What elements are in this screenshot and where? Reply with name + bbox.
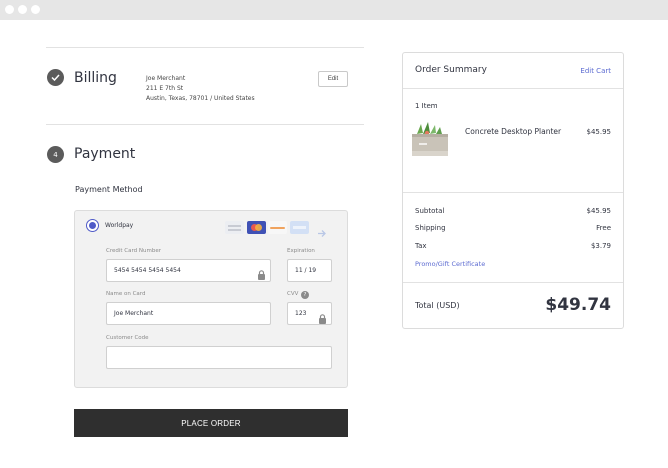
divider — [403, 282, 623, 283]
lock-icon — [318, 309, 327, 328]
card-number-value: 5454 5454 5454 5454 — [114, 267, 181, 274]
card-number-label: Credit Card Number — [106, 248, 161, 254]
name-on-card-input[interactable]: Joe Merchant — [106, 302, 271, 325]
payment-title: Payment — [74, 146, 136, 162]
customer-code-label: Customer Code — [106, 335, 149, 341]
lock-icon — [257, 265, 266, 284]
window-dot-icon — [18, 5, 27, 14]
discover-icon — [268, 221, 287, 234]
planter-thumbnail — [409, 120, 451, 158]
order-summary-title: Order Summary — [415, 65, 487, 75]
tax-label: Tax — [415, 242, 427, 250]
billing-title: Billing — [74, 70, 117, 86]
window-dot-icon — [31, 5, 40, 14]
subtotal-label: Subtotal — [415, 207, 445, 215]
expiration-value: 11 / 19 — [295, 267, 317, 274]
payment-method-label: Payment Method — [75, 185, 143, 194]
subtotal-value: $45.95 — [586, 207, 612, 215]
promo-gift-certificate-link[interactable]: Promo/Gift Certificate — [415, 260, 485, 268]
divider — [46, 47, 364, 48]
shipping-label: Shipping — [415, 224, 446, 232]
billing-city: Austin, Texas, 78701 / United States — [146, 95, 255, 102]
edit-cart-link[interactable]: Edit Cart — [580, 67, 611, 75]
name-on-card-value: Joe Merchant — [114, 310, 154, 317]
billing-name: Joe Merchant — [146, 75, 186, 82]
customer-code-input[interactable] — [106, 346, 332, 369]
check-circle-icon — [47, 69, 64, 86]
worldpay-radio[interactable] — [86, 219, 99, 232]
item-name: Concrete Desktop Planter — [465, 127, 562, 136]
total-label: Total (USD) — [415, 301, 460, 310]
tax-value: $3.79 — [590, 242, 611, 250]
place-order-button[interactable]: PLACE ORDER — [74, 409, 348, 437]
amex-icon — [290, 221, 309, 234]
arrow-right-icon — [317, 223, 327, 242]
window-dot-icon — [5, 5, 14, 14]
provider-label: Worldpay — [105, 222, 134, 229]
cvv-label: CVV — [287, 291, 299, 297]
shipping-value: Free — [596, 224, 611, 232]
card-logo-icon — [225, 221, 244, 234]
order-summary-panel — [402, 52, 624, 329]
step-number-badge: 4 — [47, 146, 64, 163]
item-count: 1 Item — [415, 102, 438, 110]
billing-street: 211 E 7th St — [146, 85, 184, 92]
name-on-card-label: Name on Card — [106, 291, 146, 297]
card-number-input[interactable]: 5454 5454 5454 5454 — [106, 259, 271, 282]
divider — [403, 192, 623, 193]
window-titlebar — [0, 0, 668, 20]
mastercard-icon — [247, 221, 266, 234]
total-value: $49.74 — [545, 295, 611, 315]
cvv-value: 123 — [295, 310, 307, 317]
expiration-label: Expiration — [287, 248, 315, 254]
item-price: $45.95 — [586, 128, 612, 136]
edit-billing-button[interactable]: Edit — [318, 71, 348, 87]
expiration-input[interactable]: 11 / 19 — [287, 259, 332, 282]
divider — [46, 124, 364, 125]
help-circle-icon[interactable]: ? — [301, 291, 309, 299]
divider — [403, 88, 623, 89]
